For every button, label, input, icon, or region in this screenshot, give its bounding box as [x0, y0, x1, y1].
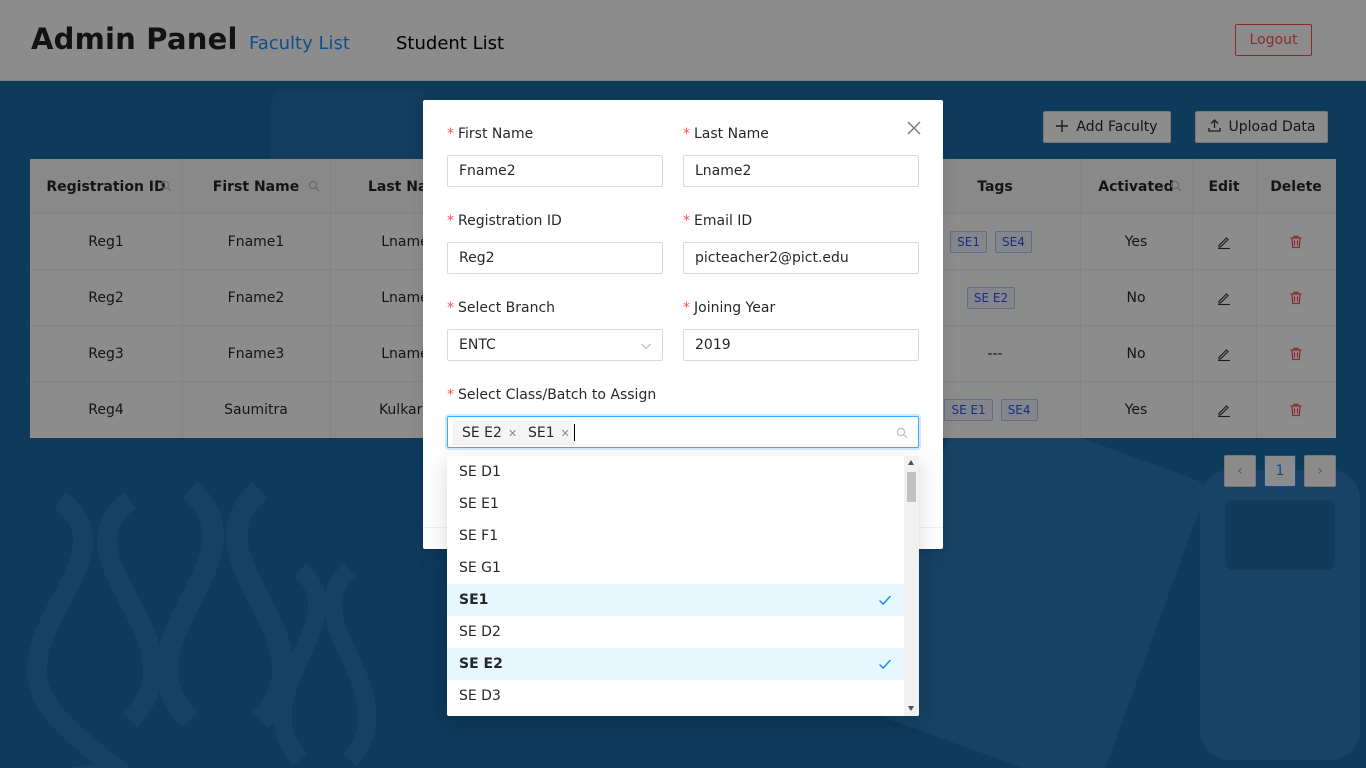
first-name-label: * First Name: [447, 126, 534, 142]
check-icon: [878, 659, 892, 670]
first-name-input[interactable]: Fname2: [447, 155, 663, 187]
remove-tag-icon[interactable]: ✕: [561, 427, 570, 440]
branch-select[interactable]: ENTC: [447, 329, 663, 361]
scroll-down-arrow-icon[interactable]: [908, 706, 914, 711]
last-name-label: * Last Name: [683, 126, 769, 142]
assign-class-multiselect[interactable]: SE E2 ✕ SE1 ✕: [447, 416, 919, 448]
assign-class-dropdown: SE D1 SE E1 SE F1 SE G1 SE1 SE D2 SE E2 …: [447, 456, 919, 716]
selected-tag: SE1 ✕: [519, 421, 575, 445]
dropdown-option[interactable]: SE D1: [447, 456, 904, 488]
dropdown-option[interactable]: SE D2: [447, 616, 904, 648]
email-id-label: * Email ID: [683, 213, 753, 229]
scrollbar-thumb[interactable]: [907, 472, 916, 502]
last-name-input[interactable]: Lname2: [683, 155, 919, 187]
dropdown-option-selected[interactable]: SE E2: [447, 648, 904, 680]
search-icon: [896, 427, 908, 439]
dropdown-scrollbar[interactable]: [904, 456, 919, 716]
registration-id-label: * Registration ID: [447, 213, 562, 229]
text-cursor: [574, 424, 575, 441]
chevron-down-icon: [641, 343, 651, 350]
scroll-up-arrow-icon[interactable]: [908, 460, 914, 465]
close-icon[interactable]: [904, 118, 924, 138]
dropdown-option-selected[interactable]: SE1: [447, 584, 904, 616]
branch-label: * Select Branch: [447, 300, 556, 316]
assign-class-label: * Select Class/Batch to Assign: [447, 387, 657, 403]
joining-year-input[interactable]: 2019: [683, 329, 919, 361]
joining-year-label: * Joining Year: [683, 300, 776, 316]
email-id-input[interactable]: picteacher2@pict.edu: [683, 242, 919, 274]
check-icon: [878, 595, 892, 606]
dropdown-option[interactable]: SE D3: [447, 680, 904, 712]
dropdown-option[interactable]: SE G1: [447, 552, 904, 584]
branch-select-value: ENTC: [459, 337, 496, 353]
dropdown-option[interactable]: SE F1: [447, 520, 904, 552]
remove-tag-icon[interactable]: ✕: [508, 427, 517, 440]
selected-tag: SE E2 ✕: [453, 421, 523, 445]
dropdown-option[interactable]: SE E1: [447, 488, 904, 520]
registration-id-input[interactable]: Reg2: [447, 242, 663, 274]
